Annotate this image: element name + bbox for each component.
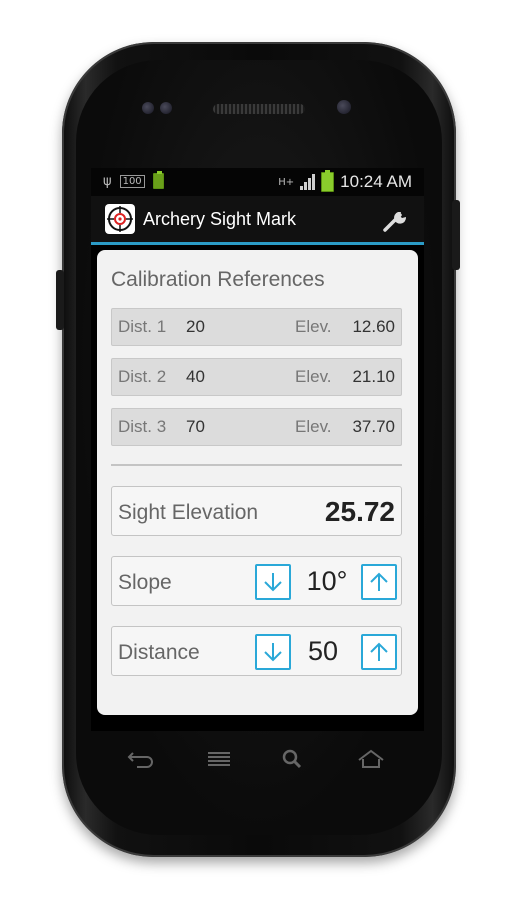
battery-icon	[321, 170, 335, 192]
slope-increase-button[interactable]	[361, 564, 397, 600]
arrow-down-icon	[264, 643, 282, 662]
slope-stepper: Slope 10°	[111, 556, 402, 606]
distance-label: Distance	[118, 641, 200, 664]
main-panel: Calibration References Dist. 1 20 Elev. …	[97, 250, 418, 715]
dist-value: 20	[186, 317, 205, 336]
calibration-row-1[interactable]: Dist. 1 20 Elev. 12.60	[111, 308, 402, 346]
action-bar: Archery Sight Mark	[91, 196, 424, 245]
arrow-down-icon	[264, 573, 282, 592]
distance-increase-button[interactable]	[361, 634, 397, 670]
slope-decrease-button[interactable]	[255, 564, 291, 600]
elev-value: 21.10	[352, 367, 395, 386]
dist-label: Dist. 3	[118, 417, 167, 436]
search-icon[interactable]	[276, 744, 310, 774]
arrow-up-icon	[370, 572, 388, 591]
sight-elevation-value: 25.72	[324, 496, 395, 527]
back-icon[interactable]	[124, 744, 158, 774]
section-divider	[111, 464, 402, 466]
phone-screen: ψ 100 H+ 10:24 AM Archery Sight Mark Cal…	[91, 168, 424, 731]
calibration-row-2[interactable]: Dist. 2 40 Elev. 21.10	[111, 358, 402, 396]
status-clock: 10:24 AM	[340, 172, 412, 191]
arrow-up-icon	[370, 642, 388, 661]
battery-level-icon: 100	[119, 174, 145, 188]
network-type-icon: H+	[278, 176, 295, 188]
distance-decrease-button[interactable]	[255, 634, 291, 670]
wrench-settings-icon[interactable]	[380, 204, 410, 234]
menu-icon[interactable]	[202, 744, 236, 774]
sensor-icon	[142, 102, 154, 114]
dist-label: Dist. 1	[118, 317, 167, 336]
signal-bars-icon	[300, 174, 316, 190]
sight-elevation-box: Sight Elevation 25.72	[111, 486, 402, 536]
sight-elevation-label: Sight Elevation	[118, 501, 259, 524]
earpiece-speaker	[213, 104, 305, 114]
elev-label: Elev.	[295, 317, 332, 336]
crosshair-icon[interactable]	[105, 204, 135, 234]
slope-label: Slope	[118, 571, 172, 594]
usb-icon: ψ	[103, 173, 112, 189]
front-camera-icon	[337, 100, 351, 114]
home-icon[interactable]	[354, 744, 388, 774]
elev-value: 37.70	[352, 417, 395, 436]
status-bar: ψ 100 H+ 10:24 AM	[91, 168, 424, 196]
app-title: Archery Sight Mark	[143, 209, 297, 229]
distance-stepper: Distance 50	[111, 626, 402, 676]
elev-value: 12.60	[352, 317, 395, 336]
slope-value: 10°	[306, 566, 348, 596]
elev-label: Elev.	[295, 367, 332, 386]
dist-label: Dist. 2	[118, 367, 167, 386]
sensor-icon	[160, 102, 172, 114]
charging-icon	[152, 171, 164, 189]
dist-value: 40	[186, 367, 205, 386]
power-key	[452, 200, 460, 270]
dist-value: 70	[186, 417, 205, 436]
volume-key	[56, 270, 64, 330]
elev-label: Elev.	[295, 417, 332, 436]
distance-value: 50	[307, 636, 339, 666]
calibration-heading: Calibration References	[111, 268, 325, 291]
calibration-row-3[interactable]: Dist. 3 70 Elev. 37.70	[111, 408, 402, 446]
